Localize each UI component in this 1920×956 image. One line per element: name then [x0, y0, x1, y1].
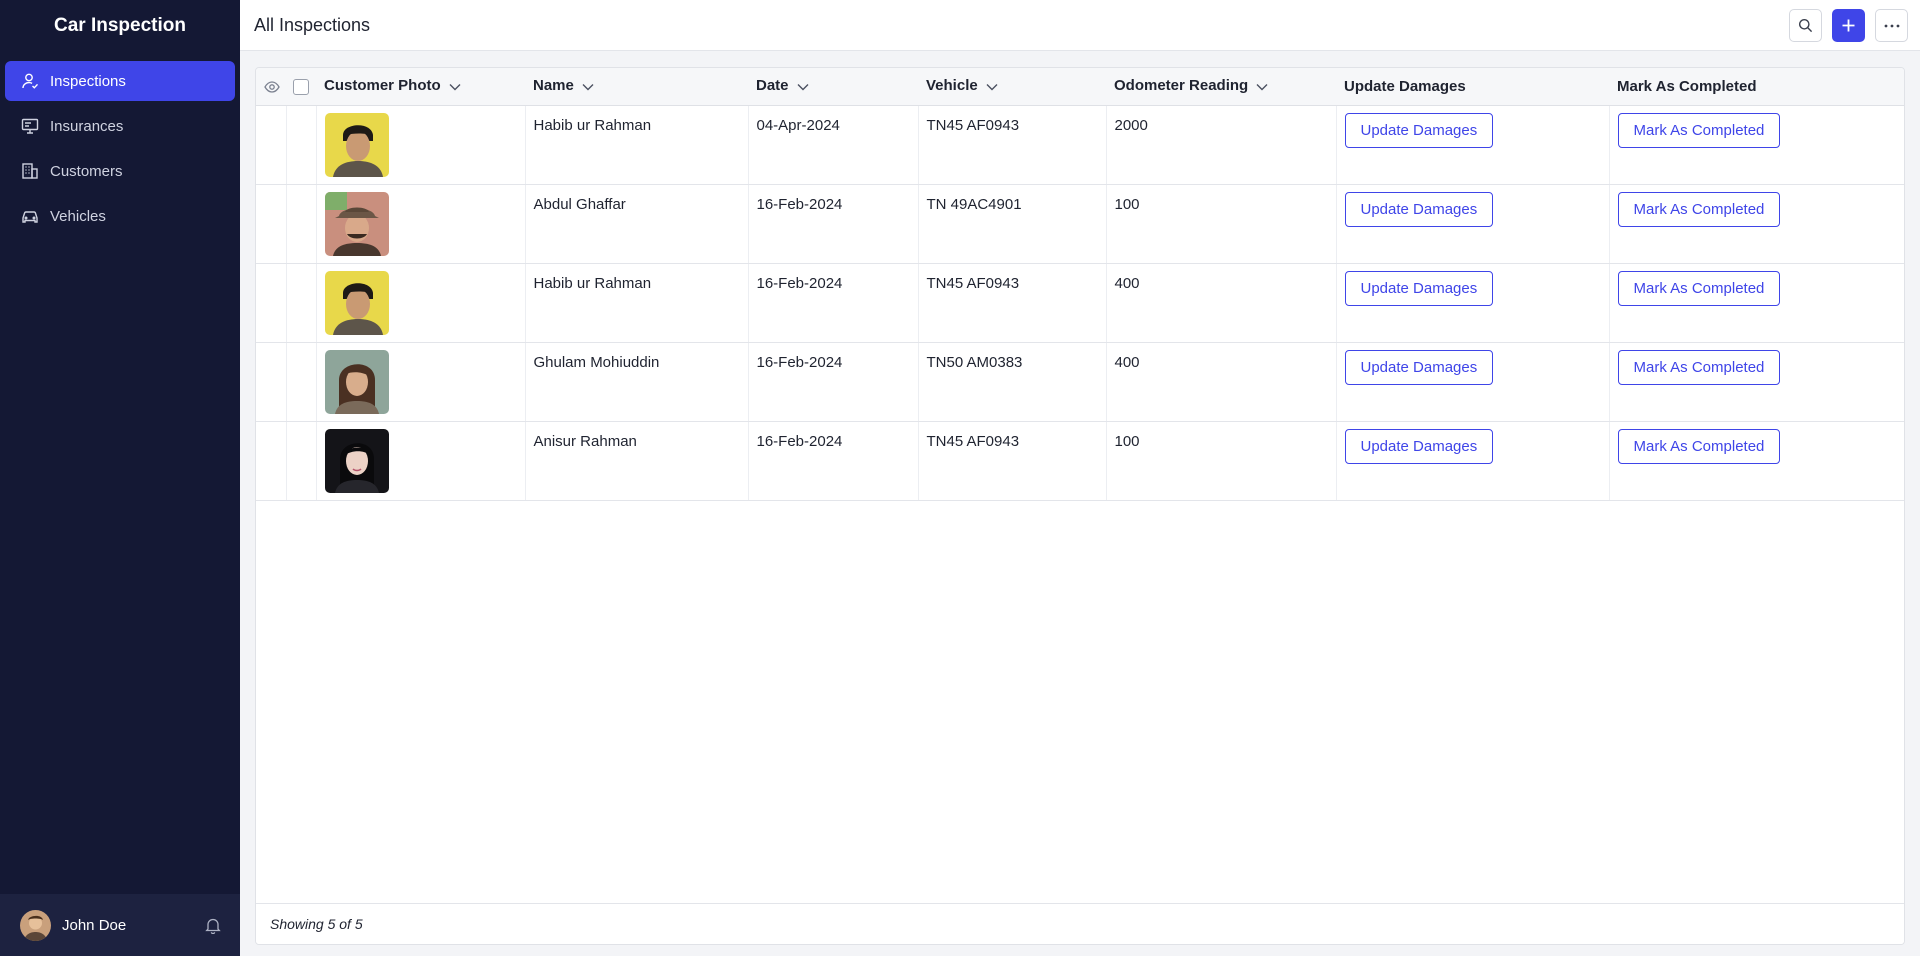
customer-name: Ghulam Mohiuddin — [525, 342, 749, 422]
eye-icon — [264, 81, 280, 93]
sidebar-item-label: Insurances — [50, 117, 124, 135]
page-header: All Inspections — [240, 0, 1920, 51]
customer-photo — [324, 349, 389, 414]
column-header-update-damages: Update Damages — [1336, 68, 1609, 106]
mark-as-completed-button[interactable]: Mark As Completed — [1617, 112, 1781, 148]
inspection-date: 16-Feb-2024 — [748, 184, 919, 264]
chevron-down-icon — [986, 78, 998, 95]
inspections-table-card: Customer Photo Name Date Vehicle Odomete… — [255, 67, 1905, 945]
update-damages-button[interactable]: Update Damages — [1344, 349, 1494, 385]
mark-as-completed-button[interactable]: Mark As Completed — [1617, 191, 1781, 227]
customer-name: Habib ur Rahman — [525, 263, 749, 343]
update-damages-button[interactable]: Update Damages — [1344, 428, 1494, 464]
more-options-button[interactable] — [1875, 9, 1908, 42]
plus-icon — [1842, 19, 1855, 32]
chevron-down-icon — [449, 78, 461, 95]
table-row[interactable]: Habib ur Rahman 16-Feb-2024 TN45 AF0943 … — [256, 263, 1904, 343]
sidebar-item-label: Inspections — [50, 72, 126, 90]
sidebar-item-label: Vehicles — [50, 207, 106, 225]
column-header-date[interactable]: Date — [748, 68, 918, 106]
header-actions — [1789, 9, 1908, 42]
mark-as-completed-button[interactable]: Mark As Completed — [1617, 428, 1781, 464]
table-row[interactable]: Anisur Rahman 16-Feb-2024 TN45 AF0943 10… — [256, 421, 1904, 501]
inspection-date: 16-Feb-2024 — [748, 263, 919, 343]
select-all-checkbox[interactable] — [293, 78, 309, 95]
search-button[interactable] — [1789, 9, 1822, 42]
odometer-reading: 400 — [1106, 342, 1337, 422]
mark-as-completed-button[interactable]: Mark As Completed — [1617, 270, 1781, 306]
user-name: John Doe — [62, 916, 127, 934]
sidebar-nav: Inspections Insurances Customers Vehicle… — [0, 52, 240, 236]
update-damages-button[interactable]: Update Damages — [1344, 270, 1494, 306]
record-count: Showing 5 of 5 — [270, 916, 363, 932]
column-header-customer-photo[interactable]: Customer Photo — [316, 68, 525, 106]
inspection-date: 04-Apr-2024 — [748, 105, 919, 185]
odometer-reading: 400 — [1106, 263, 1337, 343]
customer-name: Anisur Rahman — [525, 421, 749, 501]
vehicle-number: TN50 AM0383 — [918, 342, 1107, 422]
building-icon — [20, 162, 39, 181]
sidebar-item-label: Customers — [50, 162, 123, 180]
table-row[interactable]: Ghulam Mohiuddin 16-Feb-2024 TN50 AM0383… — [256, 342, 1904, 422]
monitor-icon — [20, 117, 39, 136]
customer-name: Abdul Ghaffar — [525, 184, 749, 264]
column-header-name[interactable]: Name — [525, 68, 748, 106]
customer-photo — [324, 270, 389, 335]
odometer-reading: 2000 — [1106, 105, 1337, 185]
chevron-down-icon — [797, 78, 809, 95]
vehicle-number: TN45 AF0943 — [918, 421, 1107, 501]
sidebar-item-vehicles[interactable]: Vehicles — [5, 196, 235, 236]
sidebar-item-inspections[interactable]: Inspections — [5, 61, 235, 101]
column-visibility-header[interactable] — [256, 68, 286, 106]
chevron-down-icon — [582, 78, 594, 95]
mark-as-completed-button[interactable]: Mark As Completed — [1617, 349, 1781, 385]
table-row[interactable]: Abdul Ghaffar 16-Feb-2024 TN 49AC4901 10… — [256, 184, 1904, 264]
search-icon — [1799, 19, 1813, 33]
table-header-row: Customer Photo Name Date Vehicle Odomete… — [256, 68, 1904, 106]
sidebar-item-insurances[interactable]: Insurances — [5, 106, 235, 146]
inspections-table: Customer Photo Name Date Vehicle Odomete… — [256, 68, 1904, 501]
customer-name: Habib ur Rahman — [525, 105, 749, 185]
sidebar: Car Inspection Inspections Insurances Cu… — [0, 0, 240, 956]
more-horizontal-icon — [1884, 24, 1899, 27]
update-damages-button[interactable]: Update Damages — [1344, 112, 1494, 148]
column-header-mark-completed: Mark As Completed — [1609, 68, 1904, 106]
vehicle-number: TN45 AF0943 — [918, 263, 1107, 343]
sidebar-item-customers[interactable]: Customers — [5, 151, 235, 191]
app-title: Car Inspection — [54, 15, 186, 36]
vehicle-number: TN45 AF0943 — [918, 105, 1107, 185]
customer-photo — [324, 191, 389, 256]
bell-icon[interactable] — [204, 916, 222, 934]
customer-photo — [324, 112, 389, 177]
column-header-odometer[interactable]: Odometer Reading — [1106, 68, 1336, 106]
avatar — [20, 909, 51, 941]
odometer-reading: 100 — [1106, 184, 1337, 264]
user-profile-bar[interactable]: John Doe — [0, 894, 240, 956]
user-check-icon — [20, 72, 39, 91]
car-icon — [20, 207, 39, 226]
odometer-reading: 100 — [1106, 421, 1337, 501]
inspection-date: 16-Feb-2024 — [748, 342, 919, 422]
table-footer: Showing 5 of 5 — [256, 903, 1904, 944]
chevron-down-icon — [1256, 78, 1268, 95]
page-title: All Inspections — [254, 14, 371, 35]
column-header-vehicle[interactable]: Vehicle — [918, 68, 1106, 106]
table-row[interactable]: Habib ur Rahman 04-Apr-2024 TN45 AF0943 … — [256, 105, 1904, 185]
customer-photo — [324, 428, 389, 493]
update-damages-button[interactable]: Update Damages — [1344, 191, 1494, 227]
add-inspection-button[interactable] — [1832, 9, 1865, 42]
vehicle-number: TN 49AC4901 — [918, 184, 1107, 264]
inspection-date: 16-Feb-2024 — [748, 421, 919, 501]
select-all-header[interactable] — [286, 68, 316, 106]
